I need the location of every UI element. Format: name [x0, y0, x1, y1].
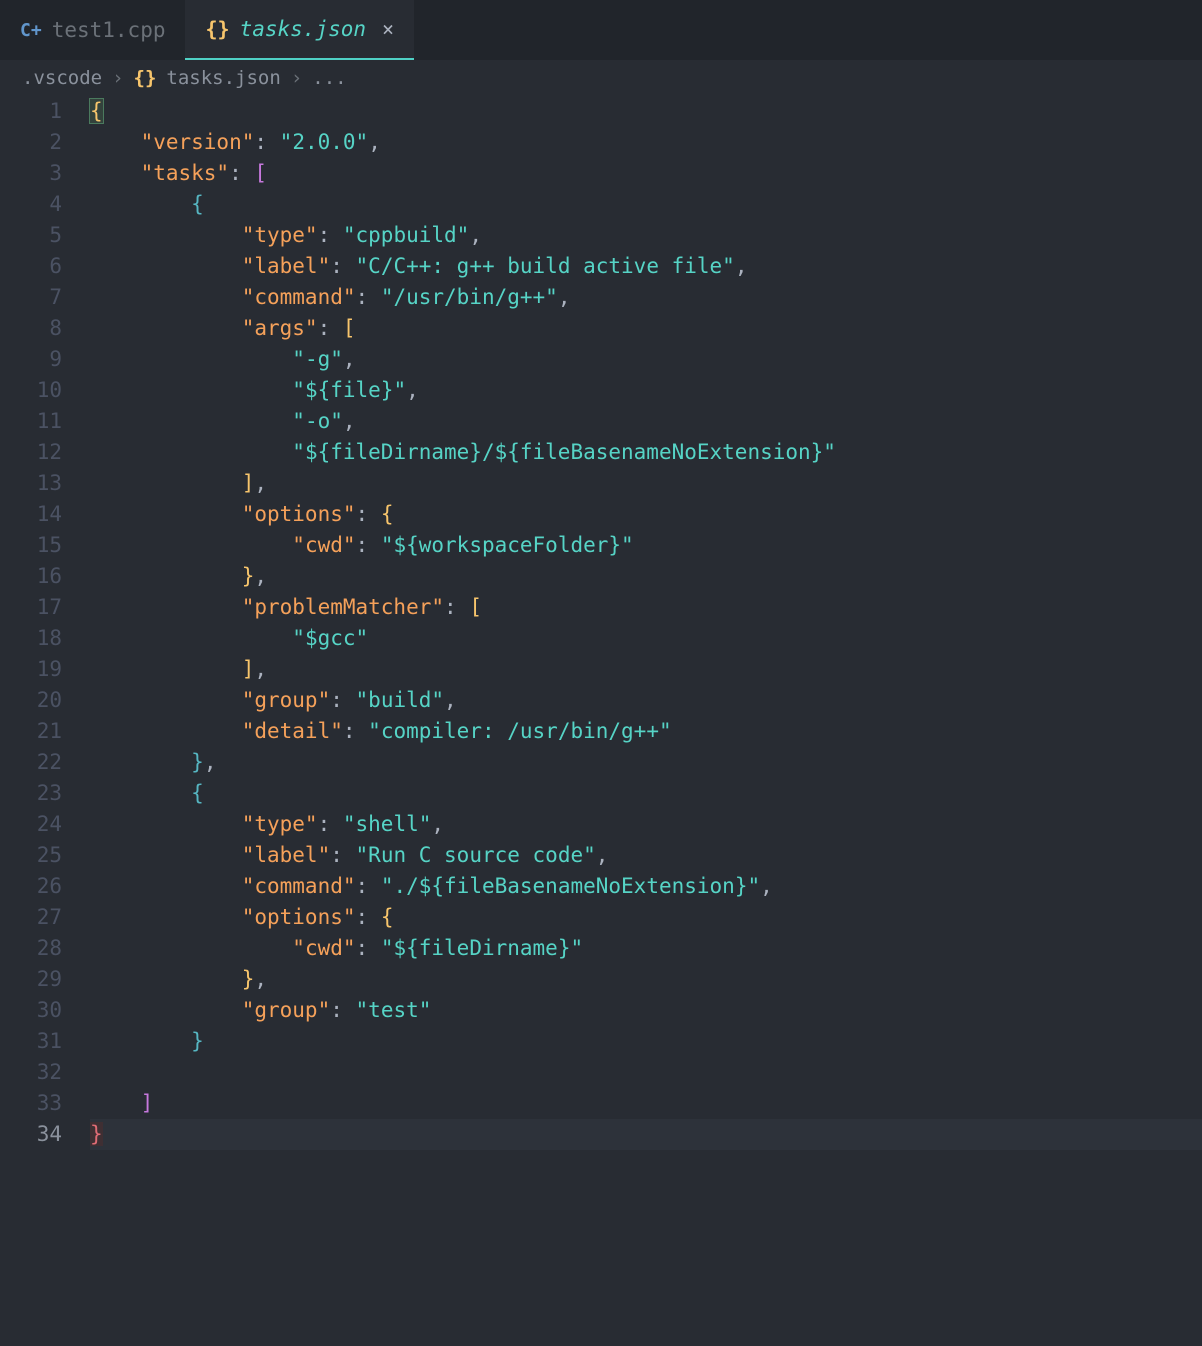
code-line: {: [90, 96, 1202, 127]
code-line: "type": "cppbuild",: [90, 220, 1202, 251]
line-number: 22: [0, 747, 62, 778]
code-line: "${fileDirname}/${fileBasenameNoExtensio…: [90, 437, 1202, 468]
code-line: "problemMatcher": [: [90, 592, 1202, 623]
line-number: 12: [0, 437, 62, 468]
line-number: 24: [0, 809, 62, 840]
line-number-gutter: 1 2 3 4 5 6 7 8 9 10 11 12 13 14 15 16 1…: [0, 96, 90, 1346]
code-line: ]: [90, 1088, 1202, 1119]
cpp-file-icon: C+: [20, 20, 42, 41]
code-line: {: [90, 778, 1202, 809]
code-line: ],: [90, 468, 1202, 499]
breadcrumb-ellipsis[interactable]: ...: [312, 67, 346, 89]
code-line: "args": [: [90, 313, 1202, 344]
line-number: 7: [0, 282, 62, 313]
code-line: "options": {: [90, 902, 1202, 933]
code-editor[interactable]: 1 2 3 4 5 6 7 8 9 10 11 12 13 14 15 16 1…: [0, 96, 1202, 1346]
breadcrumb-file[interactable]: tasks.json: [166, 67, 280, 89]
line-number: 30: [0, 995, 62, 1026]
code-line: "-o",: [90, 406, 1202, 437]
line-number: 25: [0, 840, 62, 871]
code-line: "cwd": "${workspaceFolder}": [90, 530, 1202, 561]
line-number: 13: [0, 468, 62, 499]
code-line: {: [90, 189, 1202, 220]
code-line: }: [90, 1119, 1202, 1150]
code-line: },: [90, 964, 1202, 995]
line-number: 6: [0, 251, 62, 282]
code-line: "label": "C/C++: g++ build active file",: [90, 251, 1202, 282]
line-number: 33: [0, 1088, 62, 1119]
line-number: 20: [0, 685, 62, 716]
code-line: "tasks": [: [90, 158, 1202, 189]
json-file-icon: {}: [205, 17, 229, 41]
line-number: 15: [0, 530, 62, 561]
line-number: 17: [0, 592, 62, 623]
code-line: "group": "build",: [90, 685, 1202, 716]
breadcrumb-folder[interactable]: .vscode: [22, 67, 102, 89]
line-number: 9: [0, 344, 62, 375]
line-number: 31: [0, 1026, 62, 1057]
tab-label: tasks.json: [240, 17, 366, 41]
code-line: "detail": "compiler: /usr/bin/g++": [90, 716, 1202, 747]
tab-label: test1.cpp: [52, 18, 166, 42]
line-number: 14: [0, 499, 62, 530]
line-number: 8: [0, 313, 62, 344]
line-number: 26: [0, 871, 62, 902]
code-line: "$gcc": [90, 623, 1202, 654]
breadcrumb[interactable]: .vscode › {} tasks.json › ...: [0, 60, 1202, 96]
line-number: 5: [0, 220, 62, 251]
chevron-right-icon: ›: [112, 67, 123, 89]
close-icon[interactable]: ×: [382, 17, 394, 41]
line-number: 19: [0, 654, 62, 685]
line-number: 21: [0, 716, 62, 747]
code-line: "command": "/usr/bin/g++",: [90, 282, 1202, 313]
code-line: }: [90, 1026, 1202, 1057]
code-line: "${file}",: [90, 375, 1202, 406]
json-file-icon: {}: [134, 67, 157, 89]
line-number: 28: [0, 933, 62, 964]
code-line: "cwd": "${fileDirname}": [90, 933, 1202, 964]
line-number: 29: [0, 964, 62, 995]
line-number: 2: [0, 127, 62, 158]
line-number: 3: [0, 158, 62, 189]
code-line: "command": "./${fileBasenameNoExtension}…: [90, 871, 1202, 902]
line-number: 34: [0, 1119, 62, 1150]
code-line: "label": "Run C source code",: [90, 840, 1202, 871]
line-number: 18: [0, 623, 62, 654]
code-line: "version": "2.0.0",: [90, 127, 1202, 158]
tab-tasks-json[interactable]: {} tasks.json ×: [185, 0, 414, 60]
line-number: 10: [0, 375, 62, 406]
code-line: ],: [90, 654, 1202, 685]
line-number: 1: [0, 96, 62, 127]
line-number: 16: [0, 561, 62, 592]
tab-bar: C+ test1.cpp {} tasks.json ×: [0, 0, 1202, 60]
line-number: 11: [0, 406, 62, 437]
line-number: 23: [0, 778, 62, 809]
code-content[interactable]: { "version": "2.0.0", "tasks": [ { "type…: [90, 96, 1202, 1346]
line-number: 27: [0, 902, 62, 933]
line-number: 32: [0, 1057, 62, 1088]
code-line: },: [90, 747, 1202, 778]
code-line: "group": "test": [90, 995, 1202, 1026]
chevron-right-icon: ›: [291, 67, 302, 89]
code-line: "-g",: [90, 344, 1202, 375]
code-line: [90, 1057, 1202, 1088]
line-number: 4: [0, 189, 62, 220]
code-line: "options": {: [90, 499, 1202, 530]
tab-test1-cpp[interactable]: C+ test1.cpp: [0, 0, 185, 60]
code-line: },: [90, 561, 1202, 592]
code-line: "type": "shell",: [90, 809, 1202, 840]
